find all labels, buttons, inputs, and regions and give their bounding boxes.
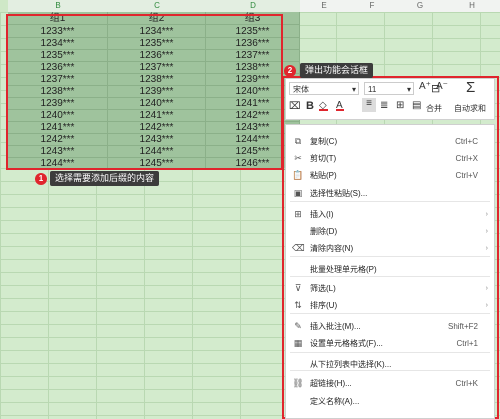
step-2-tooltip: 弹出功能会话框: [300, 63, 374, 78]
menu-item-label: 插入批注(M)...: [310, 322, 361, 331]
step-1-badge: 1: [35, 173, 47, 185]
menu-item-label: 选择性粘贴(S)...: [310, 189, 368, 198]
format-icon: ▦: [293, 338, 303, 348]
menu-item-label: 设置单元格格式(F)...: [310, 339, 383, 348]
menu-separator: [290, 352, 490, 353]
chevron-right-icon: ›: [485, 302, 488, 309]
step-1-tooltip: 选择需要添加后缀的内容: [50, 171, 160, 186]
menu-item-shortcut: Ctrl+C: [455, 137, 478, 146]
font-size-select[interactable]: 11 ▾: [364, 82, 414, 95]
format-icon[interactable]: ▤: [412, 100, 421, 111]
menu-item[interactable]: ▦ 设置单元格格式(F)... Ctrl+1: [286, 335, 494, 352]
menu-item-shortcut: Ctrl+1: [456, 339, 478, 348]
clear-icon: ⌫: [292, 243, 305, 253]
sort-icon: ⇅: [294, 300, 302, 310]
menu-item-label: 插入(I): [310, 210, 334, 219]
menu-item[interactable]: ✎ 插入批注(M)... Shift+F2: [286, 318, 494, 335]
menu-item[interactable]: ▣ 选择性粘贴(S)...: [286, 185, 494, 202]
menu-item[interactable]: ⧉ 复制(C) Ctrl+C: [286, 133, 494, 150]
step-2-badge: 2: [284, 65, 296, 77]
chevron-right-icon: ›: [485, 245, 488, 252]
menu-item[interactable]: ⊽ 筛选(L) ›: [286, 280, 494, 297]
link-icon: ⛓: [292, 378, 304, 388]
context-menu: ⧉ 复制(C) Ctrl+C ✂ 剪切(T) Ctrl+X 📋 粘贴(P) Ctrl+V ▣ 选择性…: [285, 124, 495, 419]
menu-item-label: 粘贴(P): [310, 171, 337, 180]
format-painter-icon[interactable]: ⌧: [289, 101, 301, 112]
font-name-value: 宋体: [293, 85, 309, 94]
menu-item-label: 筛选(L): [310, 284, 336, 293]
menu-item-shortcut: Ctrl+K: [455, 379, 478, 388]
paste-icon: 📋: [292, 170, 304, 180]
chevron-down-icon: ▾: [406, 85, 411, 94]
menu-item-label: 剪切(T): [310, 154, 337, 163]
menu-item-shortcut: Shift+F2: [447, 322, 478, 331]
align-center-icon[interactable]: ≡: [362, 98, 376, 112]
menu-item-shortcut: Ctrl+X: [455, 154, 478, 163]
menu-item[interactable]: 从下拉列表中选择(K)...: [286, 356, 494, 373]
merge-icon[interactable]: ⊟: [431, 82, 440, 95]
menu-item-label: 定义名称(A)...: [310, 397, 360, 406]
filter-icon: ⊽: [294, 283, 302, 293]
font-name-select[interactable]: 宋体 ▾: [289, 82, 359, 95]
insert-icon: ⊞: [294, 209, 302, 219]
comment-icon: ✎: [294, 321, 302, 331]
chevron-right-icon: ›: [485, 211, 488, 218]
menu-item-label: 超链接(H)...: [310, 379, 352, 388]
align-justify-icon[interactable]: ≣: [380, 100, 388, 111]
font-size-value: 11: [368, 85, 377, 94]
chevron-right-icon: ›: [485, 228, 488, 235]
fill-color-icon[interactable]: ◇: [319, 100, 328, 111]
menu-item-label: 清除内容(N): [310, 244, 354, 253]
chevron-down-icon: ▾: [351, 85, 356, 94]
menu-item[interactable]: 定义名称(A)...: [286, 393, 494, 410]
menu-item[interactable]: 📋 粘贴(P) Ctrl+V: [286, 167, 494, 184]
autosum-button[interactable]: 自动求和: [454, 103, 494, 114]
menu-item[interactable]: 删除(D) ›: [286, 223, 494, 240]
selection-highlight-box: [6, 14, 283, 170]
menu-item[interactable]: ⇅ 排序(U) ›: [286, 297, 494, 314]
menu-item-label: 批量处理单元格(P): [310, 265, 377, 274]
bold-button[interactable]: B: [306, 100, 314, 112]
grow-font-button[interactable]: A⁺: [419, 81, 431, 92]
chevron-right-icon: ›: [485, 285, 488, 292]
paste-special-icon: ▣: [293, 188, 303, 198]
menu-item[interactable]: 批量处理单元格(P): [286, 261, 494, 278]
menu-item-label: 排序(U): [310, 301, 338, 310]
menu-item[interactable]: ⛓ 超链接(H)... Ctrl+K: [286, 375, 494, 392]
menu-item[interactable]: ⌫ 清除内容(N) ›: [286, 240, 494, 257]
sum-icon[interactable]: Σ: [466, 79, 475, 96]
menu-item-label: 复制(C): [310, 137, 338, 146]
menu-item-label: 删除(D): [310, 227, 338, 236]
menu-item-shortcut: Ctrl+V: [455, 171, 478, 180]
menu-item[interactable]: ✂ 剪切(T) Ctrl+X: [286, 150, 494, 167]
menu-item[interactable]: ⊞ 插入(I) ›: [286, 206, 494, 223]
cut-icon: ✂: [294, 153, 302, 163]
menu-item-label: 从下拉列表中选择(K)...: [310, 360, 392, 369]
copy-icon: ⧉: [294, 136, 302, 146]
merge-button[interactable]: 合并: [426, 103, 442, 114]
font-color-icon[interactable]: A: [336, 100, 344, 111]
borders-icon[interactable]: ⊞: [396, 100, 404, 111]
mini-toolbar: 宋体 ▾ 11 ▾ A⁺ A⁻ ⌧ B ◇ A ≡ ≣ ⊞ ▤ ⊟ 合并 Σ 自…: [285, 78, 495, 120]
